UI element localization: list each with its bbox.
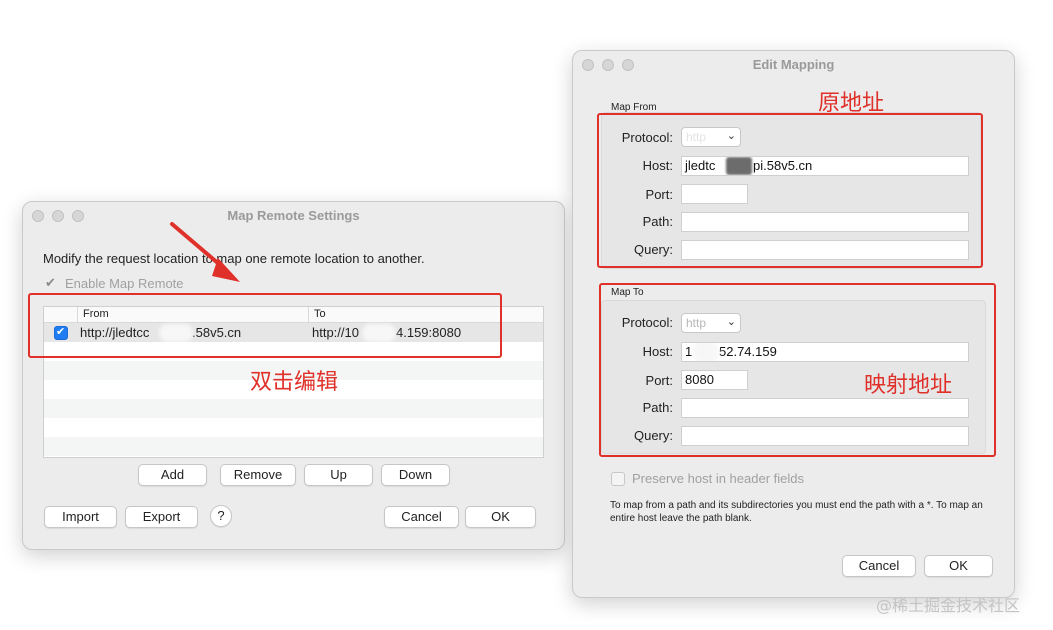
ok-button[interactable]: OK: [924, 555, 993, 577]
preserve-host-checkbox[interactable]: Preserve host in header fields: [611, 471, 831, 487]
watermark: @稀土掘金技术社区: [876, 596, 1021, 615]
original-address-annotation: 原地址: [818, 91, 885, 116]
checkmark-icon: ✔: [45, 275, 56, 290]
arrow-icon: [170, 222, 240, 282]
table-row-highlight: [28, 293, 502, 358]
preserve-host-box: [611, 472, 625, 486]
remove-button[interactable]: Remove: [220, 464, 296, 486]
ok-button[interactable]: OK: [465, 506, 536, 528]
down-button[interactable]: Down: [381, 464, 450, 486]
help-text: To map from a path and its subdirectorie…: [610, 500, 983, 524]
close-window-button[interactable]: [32, 210, 44, 222]
minimize-window-button[interactable]: [52, 210, 64, 222]
import-button[interactable]: Import: [44, 506, 117, 528]
window-title: Edit Mapping: [752, 57, 835, 72]
map-from-highlight: [597, 113, 983, 268]
zoom-window-button[interactable]: [72, 210, 84, 222]
close-window-button[interactable]: [582, 59, 594, 71]
export-button[interactable]: Export: [125, 506, 198, 528]
up-button[interactable]: Up: [304, 464, 373, 486]
window-title: Map Remote Settings: [227, 208, 360, 223]
minimize-window-button[interactable]: [602, 59, 614, 71]
preserve-host-label: Preserve host in header fields: [632, 471, 804, 486]
add-button[interactable]: Add: [138, 464, 207, 486]
help-button[interactable]: ?: [210, 505, 232, 527]
cancel-button[interactable]: Cancel: [384, 506, 459, 528]
zoom-window-button[interactable]: [622, 59, 634, 71]
double-click-annotation: 双击编辑: [250, 370, 339, 395]
cancel-button[interactable]: Cancel: [842, 555, 916, 577]
mapped-address-annotation: 映射地址: [864, 373, 953, 398]
